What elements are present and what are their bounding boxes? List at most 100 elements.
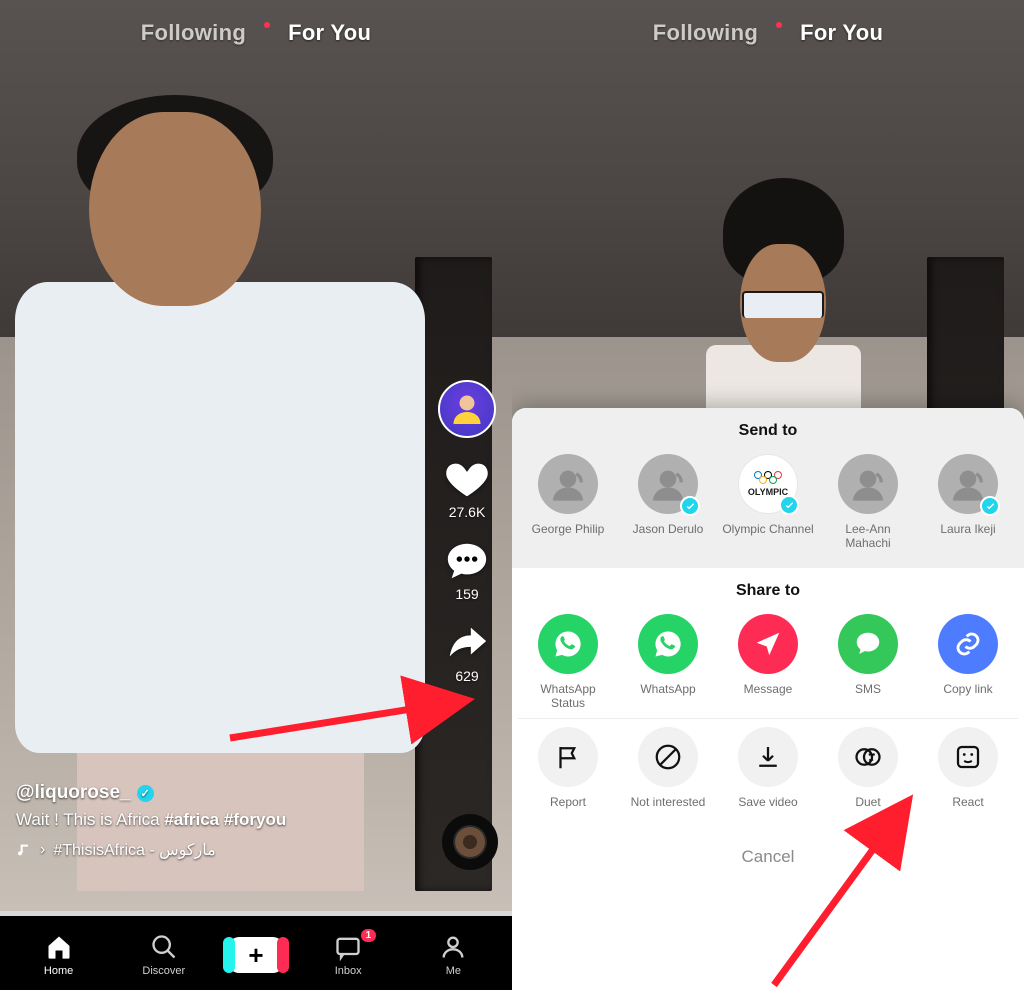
share-count: 629 — [455, 668, 478, 684]
whatsapp-icon — [653, 629, 683, 659]
nav-me-label: Me — [446, 965, 461, 977]
action-report-label: Report — [550, 795, 586, 823]
phone-feed: Following For You 27.6K 159 629 @l — [0, 0, 512, 990]
send-contact-label: George Philip — [532, 522, 605, 550]
nav-upload[interactable]: + — [229, 937, 283, 973]
hashtag-foryou[interactable]: #foryou — [224, 810, 286, 829]
send-contact-label: Lee-Ann Mahachi — [822, 522, 914, 550]
download-icon — [753, 742, 783, 772]
share-to-section: Share to WhatsApp Status WhatsApp Messag… — [512, 568, 1024, 831]
send-contact-label: Laura Ikeji — [940, 522, 995, 550]
paper-plane-icon — [753, 629, 783, 659]
share-message[interactable]: Message — [722, 614, 814, 710]
send-to-section: Send to George Philip Jason DeruloOLYMPIC… — [512, 408, 1024, 568]
verified-tick-icon — [980, 496, 1000, 516]
comment-icon — [444, 538, 490, 584]
profile-icon — [439, 933, 467, 961]
comment-button[interactable]: 159 — [444, 538, 490, 602]
creator-avatar[interactable] — [438, 380, 496, 438]
send-contact-label: Olympic Channel — [722, 522, 813, 550]
inbox-badge: 1 — [361, 929, 377, 942]
sound-disc[interactable] — [442, 814, 498, 870]
sound-row[interactable]: › #ThisisAfrica - ماركوس — [16, 840, 422, 860]
home-icon — [45, 933, 73, 961]
person-icon — [449, 391, 485, 427]
action-not-interested-label: Not interested — [631, 795, 706, 823]
send-contact-3[interactable]: Lee-Ann Mahachi — [822, 454, 914, 550]
caption[interactable]: Wait ! This is Africa #africa #foryou — [16, 810, 422, 830]
share-whatsapp-status-label: WhatsApp Status — [522, 682, 614, 710]
action-save-video-label: Save video — [738, 795, 797, 823]
share-sms[interactable]: SMS — [822, 614, 914, 710]
nav-inbox-label: Inbox — [335, 965, 362, 977]
inbox-icon — [334, 933, 362, 961]
send-contact-4[interactable]: Laura Ikeji — [922, 454, 1014, 550]
username-text: @liquorose_ — [16, 782, 131, 804]
nav-home-label: Home — [44, 965, 73, 977]
bottom-nav: Home Discover + 1 Inbox Me — [0, 916, 512, 990]
duet-icon — [853, 742, 883, 772]
share-button[interactable]: 629 — [444, 620, 490, 684]
verified-icon: ✓ — [137, 785, 154, 802]
send-to-title: Send to — [518, 422, 1018, 440]
like-button[interactable]: 27.6K — [444, 456, 490, 520]
avatar-placeholder-icon — [638, 454, 698, 514]
caption-text: Wait ! This is Africa — [16, 810, 164, 829]
nav-home[interactable]: Home — [19, 933, 99, 977]
verified-tick-icon — [779, 495, 799, 515]
share-whatsapp[interactable]: WhatsApp — [622, 614, 714, 710]
nav-inbox[interactable]: 1 Inbox — [308, 933, 388, 977]
share-whatsapp-label: WhatsApp — [640, 682, 695, 710]
feed-tabs: Following For You — [0, 20, 512, 46]
heart-icon — [444, 456, 490, 502]
action-duet[interactable]: Duet — [822, 727, 914, 823]
nav-discover-label: Discover — [142, 965, 185, 977]
verified-tick-icon — [680, 496, 700, 516]
like-count: 27.6K — [449, 504, 486, 520]
send-contact-1[interactable]: Jason Derulo — [622, 454, 714, 550]
nav-discover[interactable]: Discover — [124, 933, 204, 977]
search-icon — [150, 933, 178, 961]
action-save-video[interactable]: Save video — [722, 727, 814, 823]
comment-count: 159 — [455, 586, 478, 602]
phone-share-sheet: Following For You Send to George PhilipJ… — [512, 0, 1024, 990]
plus-icon: + — [248, 942, 263, 968]
action-react-label: React — [952, 795, 983, 823]
action-not-interested[interactable]: Not interested — [622, 727, 714, 823]
action-duet-label: Duet — [855, 795, 880, 823]
action-react[interactable]: React — [922, 727, 1014, 823]
nav-me[interactable]: Me — [413, 933, 493, 977]
share-to-title: Share to — [518, 582, 1018, 600]
react-icon — [953, 742, 983, 772]
not-interested-icon — [653, 742, 683, 772]
avatar-placeholder-icon — [838, 454, 898, 514]
tab-for-you[interactable]: For You — [288, 20, 371, 46]
username-row[interactable]: @liquorose_ ✓ — [16, 782, 422, 804]
action-report[interactable]: Report — [522, 727, 614, 823]
share-copy-link-label: Copy link — [943, 682, 992, 710]
sound-name: #ThisisAfrica - ماركوس — [53, 840, 215, 860]
share-whatsapp-status[interactable]: WhatsApp Status — [522, 614, 614, 710]
tab-following[interactable]: Following — [141, 20, 246, 46]
share-message-label: Message — [744, 682, 793, 710]
action-rail: 27.6K 159 629 — [432, 380, 502, 684]
send-contact-0[interactable]: George Philip — [522, 454, 614, 550]
music-note-icon — [16, 842, 32, 858]
link-icon — [953, 629, 983, 659]
share-sms-label: SMS — [855, 682, 881, 710]
avatar-placeholder-icon — [538, 454, 598, 514]
video-subject — [15, 79, 425, 891]
notification-dot-icon — [264, 22, 270, 28]
avatar-placeholder-icon — [938, 454, 998, 514]
speech-bubble-icon — [853, 629, 883, 659]
share-sheet: Send to George Philip Jason DeruloOLYMPIC… — [512, 408, 1024, 990]
send-contact-2[interactable]: OLYMPICOlympic Channel — [722, 454, 814, 550]
sound-separator: › — [40, 841, 45, 859]
cancel-button[interactable]: Cancel — [512, 831, 1024, 885]
video-meta: @liquorose_ ✓ Wait ! This is Africa #afr… — [16, 782, 422, 860]
hashtag-africa[interactable]: #africa — [164, 810, 219, 829]
flag-icon — [553, 742, 583, 772]
whatsapp-icon — [553, 629, 583, 659]
share-copy-link[interactable]: Copy link — [922, 614, 1014, 710]
share-icon — [444, 620, 490, 666]
